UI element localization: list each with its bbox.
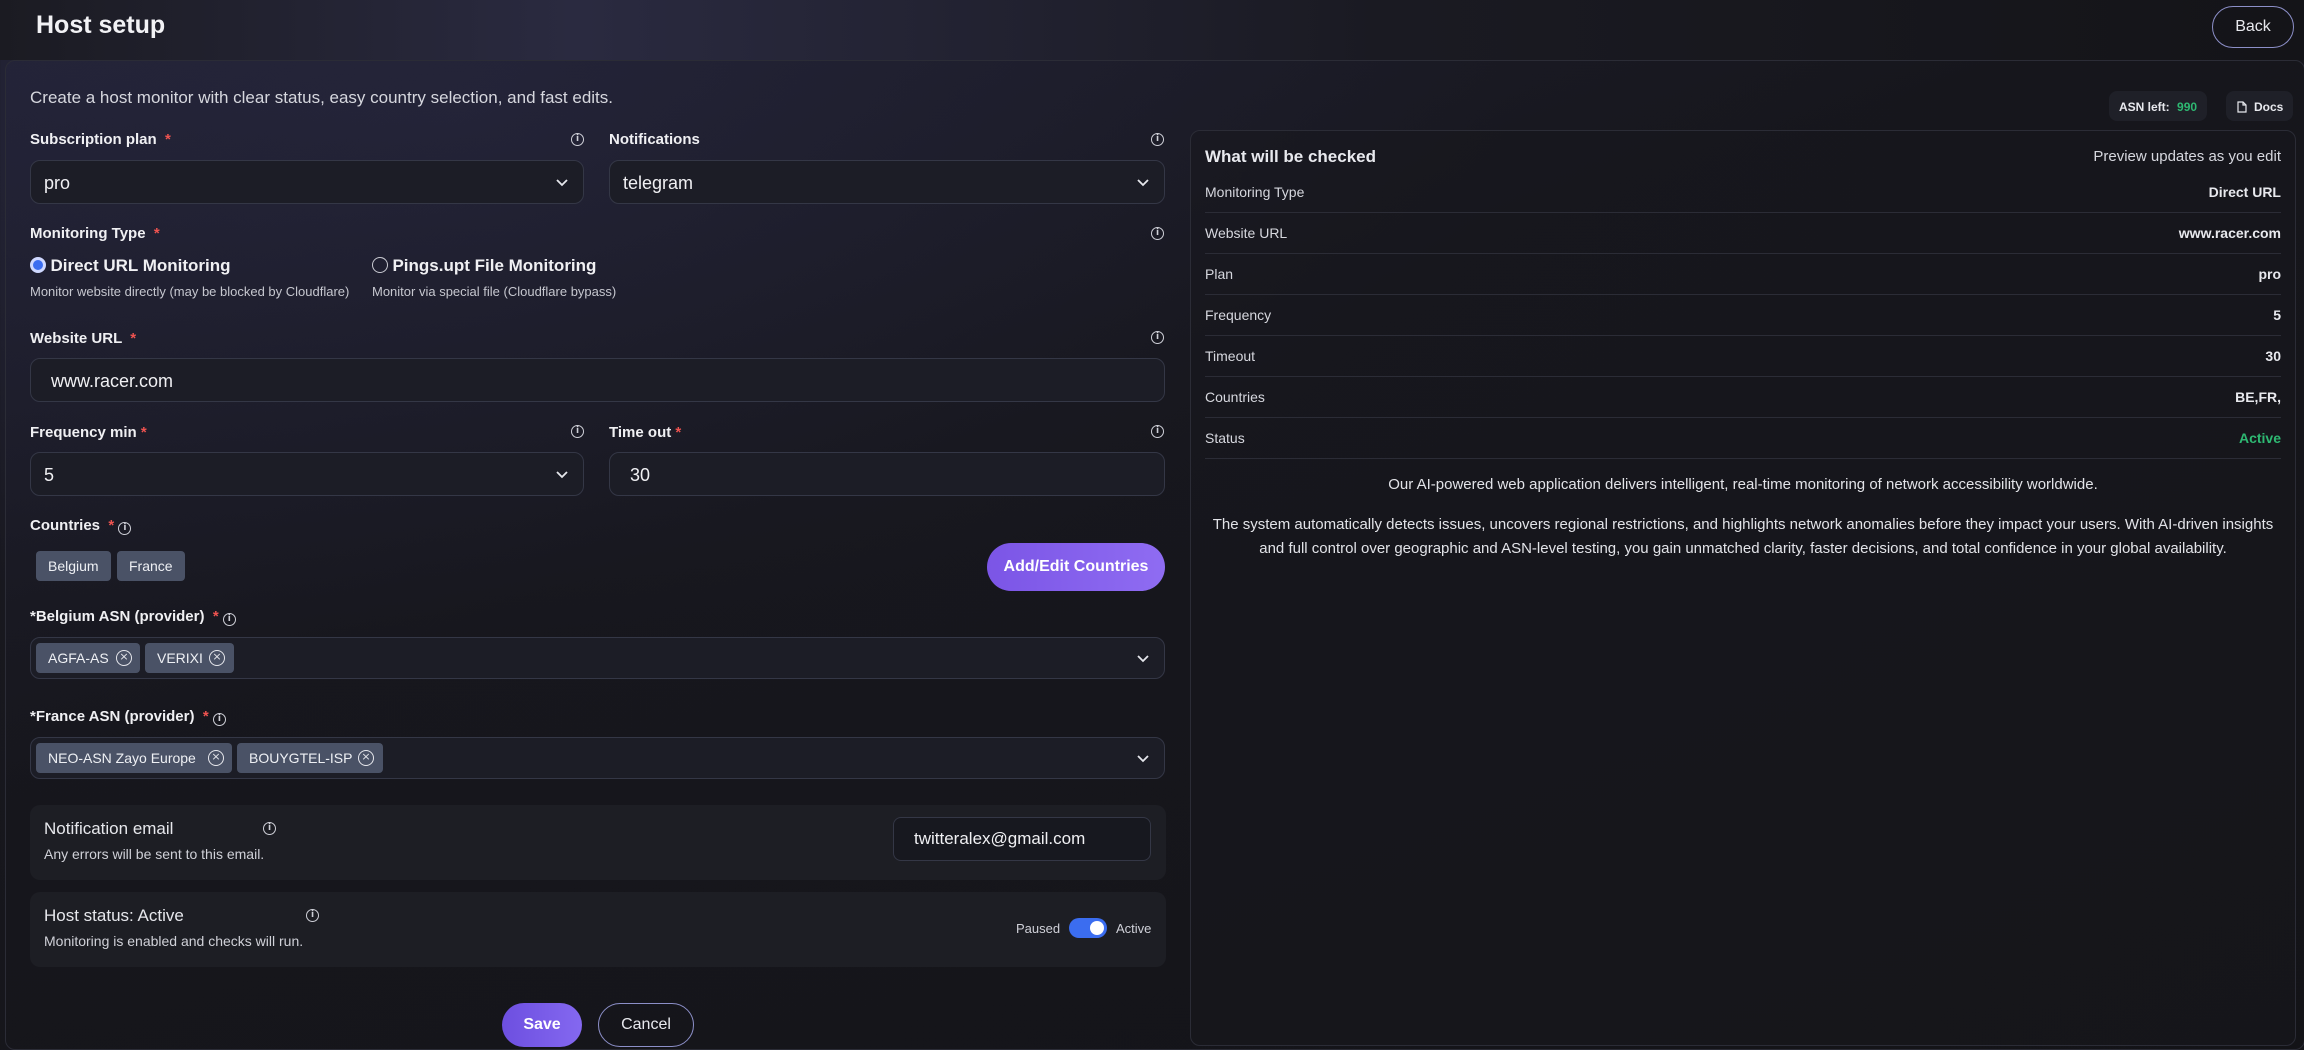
asn-tag: BOUYGTEL-ISP ×: [237, 743, 383, 773]
frequency-label: Frequency min *: [30, 424, 147, 441]
back-button[interactable]: Back: [2212, 6, 2294, 48]
notification-email-title: Notification email: [44, 819, 174, 838]
summary-panel: What will be checked Preview updates as …: [1190, 130, 2296, 1046]
chevron-down-icon: [1137, 755, 1149, 763]
top-bar: Host setup Back: [0, 0, 2304, 60]
host-status-toggle[interactable]: [1069, 918, 1107, 938]
asn-tag: NEO-ASN Zayo Europe ×: [36, 743, 232, 773]
host-status-title: Host status: Active: [44, 906, 184, 925]
radio-file-monitoring-desc: Monitor via special file (Cloudflare byp…: [372, 284, 617, 299]
timeout-input[interactable]: 30: [609, 452, 1165, 496]
page-title: Host setup: [36, 11, 166, 39]
summary-row: Status Active: [1205, 418, 2281, 459]
summary-hint: Preview updates as you edit: [2093, 148, 2281, 165]
notification-email-desc: Any errors will be sent to this email.: [44, 846, 265, 862]
summary-title: What will be checked: [1205, 147, 1376, 166]
timeout-label: Time out *: [609, 424, 682, 441]
add-edit-countries-button[interactable]: Add/Edit Countries: [987, 543, 1165, 591]
notification-email-card: Notification email i Any errors will be …: [30, 805, 1166, 880]
host-status-card: Host status: Active i Monitoring is enab…: [30, 892, 1166, 967]
summary-row: Monitoring Type Direct URL: [1205, 172, 2281, 213]
subscription-select[interactable]: pro: [30, 160, 584, 204]
chevron-down-icon: [556, 471, 568, 479]
website-url-input[interactable]: www.racer.com: [30, 358, 1165, 402]
country-chip: France: [117, 551, 185, 581]
asn-left-badge: ASN left: 990: [2109, 91, 2208, 121]
chevron-down-icon: [556, 179, 568, 187]
info-icon[interactable]: i: [306, 909, 319, 922]
radio-file-monitoring[interactable]: Pings.upt File Monitoring: [372, 256, 596, 276]
belgium-asn-label: *Belgium ASN (provider) * i: [30, 608, 236, 626]
radio-direct-url[interactable]: Direct URL Monitoring: [30, 256, 231, 276]
radio-unselected-icon[interactable]: [372, 257, 388, 273]
toggle-active-label: Active: [1116, 921, 1152, 936]
toggle-paused-label: Paused: [1016, 921, 1061, 936]
summary-row: Plan pro: [1205, 254, 2281, 295]
summary-row: Timeout 30: [1205, 336, 2281, 377]
host-status-desc: Monitoring is enabled and checks will ru…: [44, 933, 304, 949]
timeout-value: 30: [630, 465, 651, 485]
summary-paragraph: The system automatically detects issues,…: [1212, 516, 2274, 557]
subscription-label: Subscription plan *: [30, 131, 171, 148]
website-url-label: Website URL *: [30, 330, 137, 347]
info-icon[interactable]: i: [263, 822, 276, 835]
summary-paragraph: Our AI-powered web application delivers …: [1388, 476, 2098, 493]
radio-selected-icon[interactable]: [30, 257, 46, 273]
frequency-select[interactable]: 5: [30, 452, 584, 496]
chevron-down-icon: [1137, 179, 1149, 187]
remove-icon[interactable]: ×: [358, 750, 374, 766]
info-icon[interactable]: i: [571, 133, 584, 146]
notifications-select[interactable]: telegram: [609, 160, 1165, 204]
country-chip: Belgium: [36, 551, 111, 581]
docs-button[interactable]: Docs: [2226, 91, 2294, 121]
notifications-value: telegram: [623, 173, 694, 193]
summary-row: Frequency 5: [1205, 295, 2281, 336]
remove-icon[interactable]: ×: [116, 650, 132, 666]
monitoring-type-label: Monitoring Type *: [30, 225, 160, 242]
radio-direct-url-desc: Monitor website directly (may be blocked…: [30, 284, 350, 299]
frequency-value: 5: [44, 465, 55, 485]
cancel-button[interactable]: Cancel: [598, 1003, 694, 1047]
asn-tag: VERIXI ×: [145, 643, 234, 673]
info-icon[interactable]: i: [1151, 331, 1164, 344]
info-icon[interactable]: i: [1151, 227, 1164, 240]
info-icon[interactable]: i: [1151, 133, 1164, 146]
website-url-value: www.racer.com: [51, 371, 174, 391]
info-icon[interactable]: i: [212, 713, 226, 726]
summary-row: Website URL www.racer.com: [1205, 213, 2281, 254]
asn-tag: AGFA-AS ×: [36, 643, 140, 673]
chevron-down-icon: [1137, 655, 1149, 663]
document-icon: [2237, 101, 2247, 113]
notification-email-input[interactable]: [893, 817, 1151, 861]
summary-row: Countries BE,FR,: [1205, 377, 2281, 418]
france-asn-label: *France ASN (provider) * i: [30, 708, 226, 726]
page-subtitle: Create a host monitor with clear status,…: [30, 88, 614, 107]
save-button[interactable]: Save: [502, 1003, 582, 1047]
notifications-label: Notifications: [609, 131, 700, 148]
countries-label: Countries * i: [30, 517, 132, 535]
info-icon[interactable]: i: [222, 613, 236, 626]
info-icon[interactable]: i: [1151, 425, 1164, 438]
asn-left-count: 990: [2177, 100, 2198, 114]
subscription-value: pro: [44, 173, 71, 193]
status-value: Active: [2238, 430, 2281, 446]
info-icon[interactable]: i: [118, 522, 132, 535]
remove-icon[interactable]: ×: [208, 750, 224, 766]
info-icon[interactable]: i: [571, 425, 584, 438]
remove-icon[interactable]: ×: [209, 650, 225, 666]
